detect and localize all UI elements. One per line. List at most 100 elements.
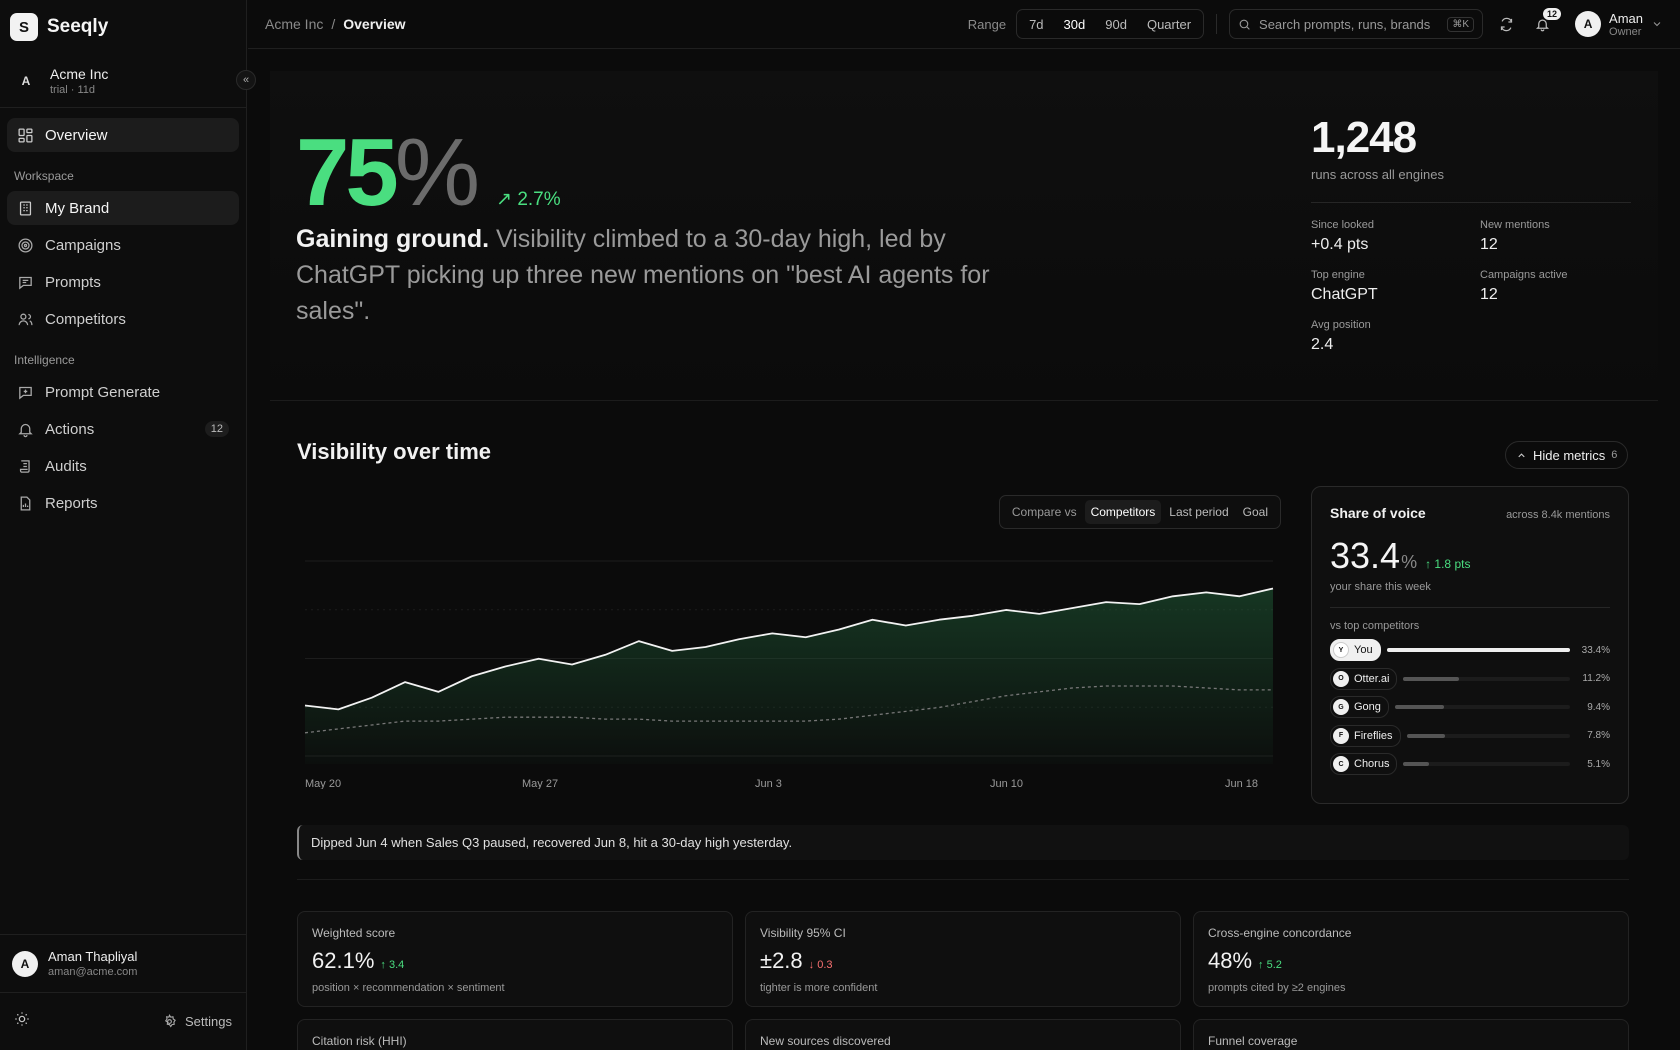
compare-option-goal[interactable]: Goal <box>1237 500 1274 524</box>
competitor-initial: G <box>1333 699 1349 715</box>
sidebar-item-my-brand[interactable]: My Brand <box>7 191 239 225</box>
breadcrumb-org[interactable]: Acme Inc <box>265 16 323 32</box>
metric-label: Weighted score <box>312 926 396 940</box>
org-avatar: A <box>21 73 31 88</box>
x-tick-label: Jun 18 <box>1225 778 1258 789</box>
competitor-list: Y You 33.4% O Otter.ai 11.2% G Gong 9.4% F Firefli… <box>1330 639 1610 775</box>
target-icon <box>18 237 33 253</box>
sidebar-item-prompt-generate[interactable]: Prompt Generate <box>7 375 239 409</box>
competitor-row[interactable]: Y You 33.4% <box>1330 639 1610 661</box>
stat-value: 2.4 <box>1311 336 1334 353</box>
metric-card-weighted-score[interactable]: Weighted score 62.1% ↑ 3.4 position × rec… <box>297 911 733 1007</box>
competitor-initial: O <box>1333 670 1349 687</box>
competitor-share-track <box>1386 648 1570 652</box>
range-option-90d[interactable]: 90d <box>1095 12 1137 37</box>
metric-card-concordance[interactable]: Cross-engine concordance 48% ↑ 5.2 prompt… <box>1193 911 1629 1007</box>
collapse-sidebar-button[interactable]: « <box>236 70 256 90</box>
stat-value: 12 <box>1480 286 1498 303</box>
range-option-30d[interactable]: 30d <box>1054 12 1096 37</box>
range-option-7d[interactable]: 7d <box>1019 12 1053 37</box>
message-icon <box>19 276 32 289</box>
notifications-button[interactable]: 12 <box>1529 8 1562 37</box>
message-plus-icon <box>19 386 32 399</box>
search-input[interactable] <box>1259 16 1440 32</box>
visibility-score: 75 % ↗ 2.7% <box>296 125 561 221</box>
metric-caption: position × recommendation × sentiment <box>312 982 505 994</box>
competitor-share-bar <box>1403 676 1460 681</box>
sidebar-item-overview[interactable]: Overview <box>7 118 239 152</box>
competitor-share-value: 11.2% <box>1582 673 1610 684</box>
sidebar-footer: Settings <box>0 992 246 1050</box>
metric-card-visibility-ci[interactable]: Visibility 95% CI ±2.8 ↓ 0.3 tighter is m… <box>745 911 1181 1007</box>
sidebar-item-prompts[interactable]: Prompts <box>7 265 239 299</box>
sidebar-item-label: My Brand <box>45 199 110 217</box>
line-chart: May 20 May 27 Jun 3 Jun 10 Jun 18 <box>304 560 1274 790</box>
building-icon <box>19 200 32 216</box>
compare-option-competitors[interactable]: Competitors <box>1084 500 1162 524</box>
org-switcher[interactable]: A Acme Inc trial · 11d « <box>0 54 256 108</box>
range-selector: 7d 30d 90d Quarter <box>1016 9 1205 39</box>
competitor-pill: Y You <box>1330 639 1381 661</box>
sidebar-item-label: Campaigns <box>45 236 121 254</box>
chevron-down-icon <box>1653 22 1661 27</box>
metric-label: New sources discovered <box>760 1034 891 1048</box>
dashboard-icon <box>18 127 33 143</box>
sidebar-item-reports[interactable]: Reports <box>7 486 239 520</box>
divider <box>1216 14 1218 34</box>
x-tick-label: Jun 10 <box>990 778 1023 789</box>
sidebar-item-competitors[interactable]: Competitors <box>7 302 239 336</box>
competitor-pill: O Otter.ai <box>1330 667 1398 690</box>
sov-title: Share of voice <box>1330 505 1426 521</box>
competitor-share-track <box>1403 676 1570 681</box>
metric-card-citation-risk[interactable]: Citation risk (HHI) <box>297 1019 733 1050</box>
metric-delta: ↓ 0.3 <box>808 959 833 971</box>
range-option-quarter[interactable]: Quarter <box>1137 12 1201 37</box>
stat-label: Campaigns active <box>1480 269 1568 281</box>
refresh-button[interactable] <box>1493 11 1519 37</box>
sidebar: S Seeqly A Acme Inc trial · 11d « Overvi… <box>0 0 256 1050</box>
chevron-up-icon <box>1518 452 1525 457</box>
topbar-controls: Range 7d 30d 90d Quarter ⌘K 12 A Aman Ow… <box>968 8 1663 39</box>
competitor-share-bar <box>1406 733 1445 738</box>
user-card[interactable]: A Aman Thapliyal aman@acme.com <box>0 934 246 992</box>
users-icon <box>18 313 33 325</box>
sidebar-item-audits[interactable]: Audits <box>7 449 239 483</box>
main-content: 75 % ↗ 2.7% Gaining ground. Visibility c… <box>248 49 1680 1050</box>
runs-panel: 1,248 runs across all engines Since look… <box>1311 113 1631 354</box>
competitor-share-value: 7.8% <box>1587 730 1610 741</box>
sidebar-item-label: Prompt Generate <box>45 383 161 401</box>
visibility-score-value: 75 <box>296 119 399 226</box>
stat-campaigns-active: Campaigns active 12 <box>1480 269 1630 304</box>
user-name: Aman Thapliyal <box>48 949 138 964</box>
avatar: A <box>1575 11 1602 37</box>
settings-button[interactable]: Settings <box>162 1014 232 1029</box>
competitor-pill: C Chorus <box>1330 753 1398 775</box>
hide-metrics-button[interactable]: Hide metrics 6 <box>1505 441 1629 469</box>
sidebar-item-campaigns[interactable]: Campaigns <box>7 228 239 262</box>
x-tick-label: Jun 3 <box>755 778 782 789</box>
compare-option-last-period[interactable]: Last period <box>1163 500 1234 524</box>
metric-cards: Weighted score 62.1% ↑ 3.4 position × rec… <box>297 911 1629 1050</box>
sidebar-item-actions[interactable]: Actions 12 <box>7 412 239 446</box>
hide-metrics-count: 6 <box>1611 449 1618 461</box>
hero-summary-text: Gaining ground. Visibility climbed to a … <box>296 221 996 329</box>
competitor-row[interactable]: C Chorus 5.1% <box>1330 753 1610 775</box>
competitor-row[interactable]: O Otter.ai 11.2% <box>1330 667 1610 690</box>
sov-unit: % <box>1401 552 1418 572</box>
account-name: Aman <box>1609 10 1643 26</box>
theme-toggle-button[interactable] <box>14 1011 30 1032</box>
metric-label: Citation risk (HHI) <box>312 1034 407 1048</box>
competitor-initial: C <box>1333 756 1349 772</box>
competitor-share-bar <box>1386 648 1570 652</box>
app-name: Seeqly <box>47 16 109 37</box>
metric-delta: ↑ 3.4 <box>380 959 405 971</box>
metric-card-new-sources[interactable]: New sources discovered <box>745 1019 1181 1050</box>
metric-card-funnel-coverage[interactable]: Funnel coverage <box>1193 1019 1629 1050</box>
account-menu[interactable]: A Aman Owner <box>1575 11 1663 38</box>
stat-value: ChatGPT <box>1311 286 1378 303</box>
brand[interactable]: S Seeqly <box>0 0 246 54</box>
competitor-name: Otter.ai <box>1354 672 1390 685</box>
competitor-row[interactable]: F Fireflies 7.8% <box>1330 724 1610 747</box>
competitor-row[interactable]: G Gong 9.4% <box>1330 696 1610 718</box>
search-box[interactable]: ⌘K <box>1229 9 1484 39</box>
